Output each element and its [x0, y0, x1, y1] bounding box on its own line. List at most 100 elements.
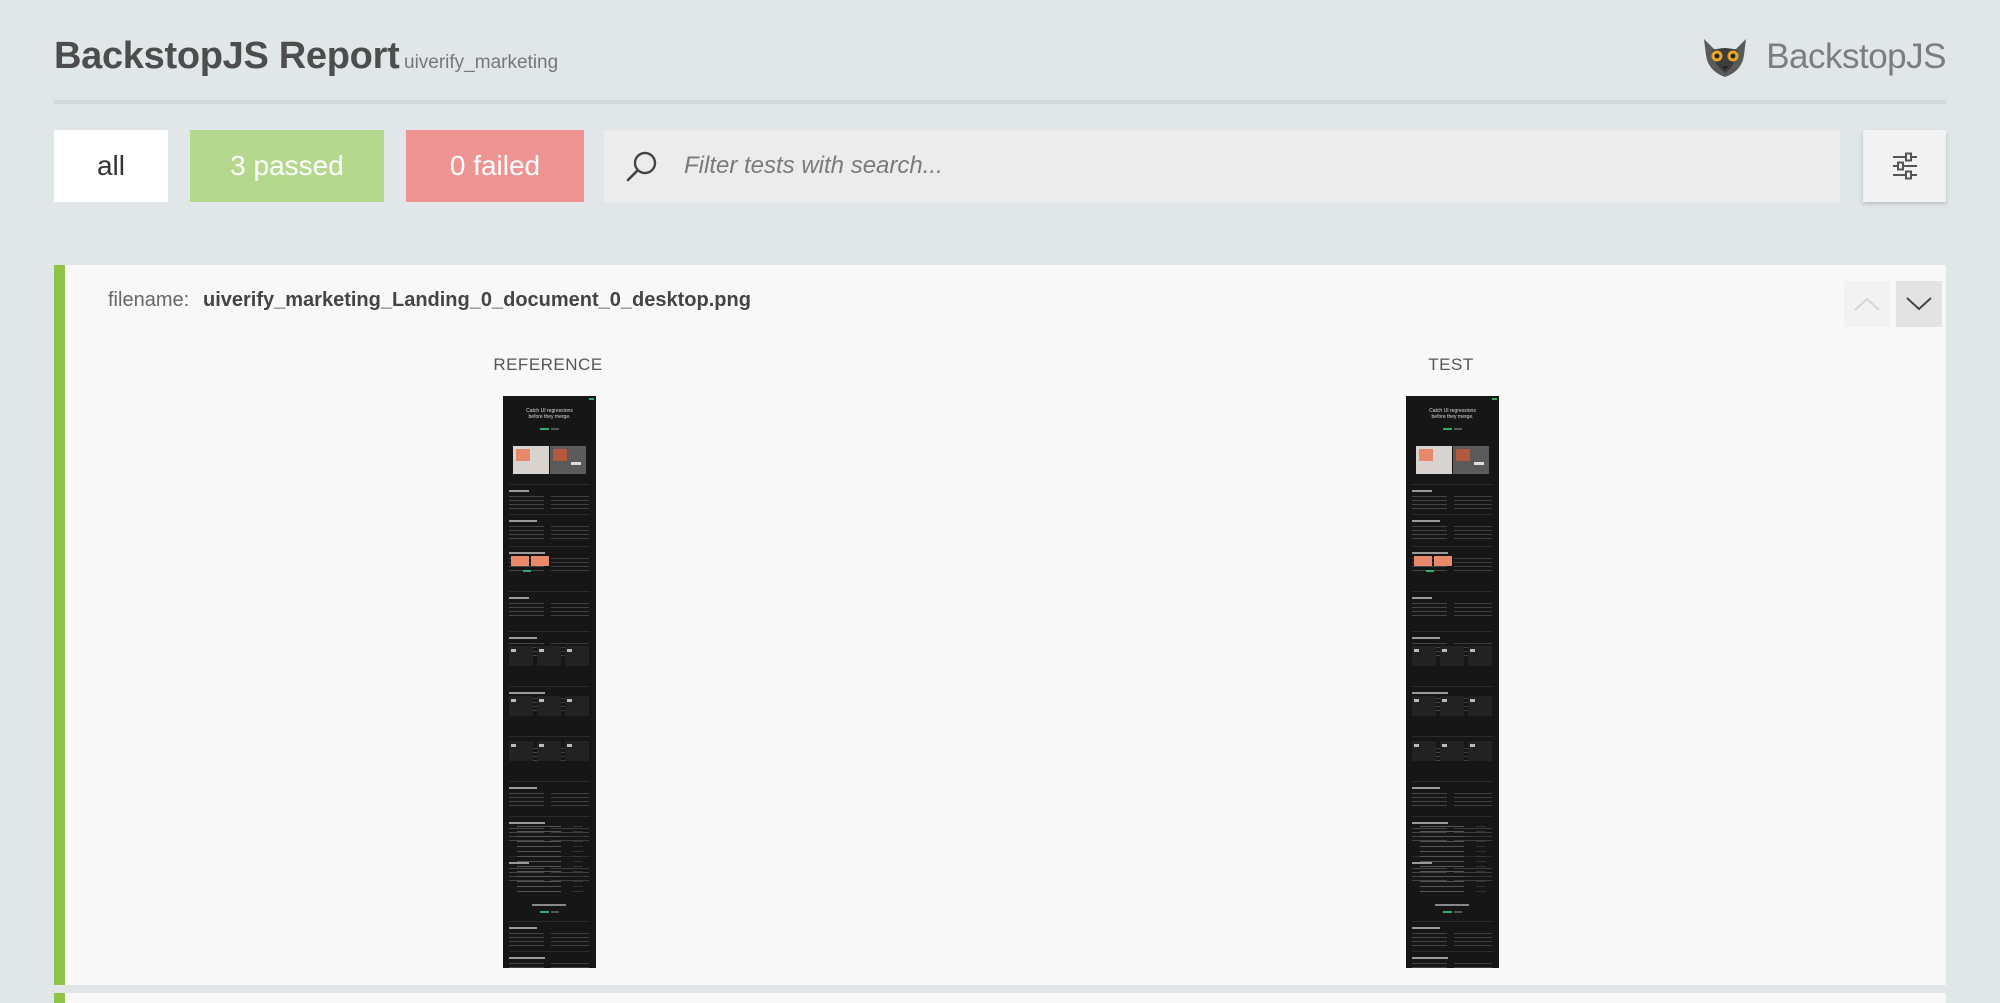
thumb-text-line — [1412, 530, 1447, 531]
thumb-text-line — [551, 562, 589, 563]
thumb-divider — [509, 591, 590, 592]
thumb-text-line — [551, 530, 589, 531]
thumb-text-line — [551, 526, 589, 527]
thumb-text-line — [1454, 562, 1492, 563]
thumb-faq-item — [1476, 881, 1486, 882]
thumb-faq-item — [1476, 846, 1486, 847]
thumb-faq-item — [573, 841, 583, 842]
test-screenshot[interactable]: Catch UI regressions before they merge. — [1406, 396, 1499, 968]
thumb-text-line — [551, 805, 589, 806]
thumb-text-line — [1454, 558, 1492, 559]
thumb-faq-item — [573, 881, 583, 882]
thumb-hero-image-accent — [553, 449, 567, 461]
filename-label: filename: — [108, 289, 190, 311]
thumb-text-line — [509, 526, 544, 527]
project-name: uiverify_marketing — [404, 52, 559, 73]
thumb-feature-icon — [1414, 744, 1419, 747]
thumb-heading — [509, 520, 537, 522]
thumb-heading — [509, 927, 537, 929]
thumb-text-line — [1412, 832, 1447, 833]
thumb-faq-item — [573, 851, 583, 852]
thumb-hero-image-accent — [516, 449, 530, 461]
thumb-faq-item — [1420, 881, 1464, 882]
thumb-text-line — [1454, 828, 1492, 829]
thumb-feature-icon — [567, 649, 572, 652]
thumb-heading — [1412, 520, 1440, 522]
thumb-text-line — [1454, 566, 1492, 567]
thumb-text-line — [1412, 805, 1447, 806]
search-input[interactable] — [684, 130, 1814, 202]
filter-passed-button[interactable]: 3 passed — [190, 130, 384, 202]
thumb-text-line — [509, 801, 544, 802]
lemur-logo-icon — [1704, 39, 1747, 77]
thumb-faq-item — [1420, 831, 1464, 832]
thumb-card — [531, 556, 549, 566]
reference-screenshot[interactable]: Catch UI regressions before they merge. — [503, 396, 596, 968]
thumb-nav-cta — [1492, 398, 1497, 400]
thumb-text-line — [551, 508, 589, 509]
thumb-text-line — [1454, 534, 1492, 535]
thumb-text-line — [551, 801, 589, 802]
thumb-text-line — [1412, 793, 1447, 794]
thumb-divider — [1412, 951, 1493, 952]
thumb-text-line — [551, 615, 589, 616]
thumb-text-line — [1454, 963, 1492, 964]
thumb-text-line — [1454, 832, 1492, 833]
thumb-faq-item — [1476, 851, 1486, 852]
test-card: filename: uiverify_marketing_Landing_0_d… — [54, 265, 1946, 985]
thumb-text-line — [509, 828, 544, 829]
thumb-text-line — [1412, 941, 1447, 942]
thumb-text-line — [509, 832, 544, 833]
thumb-feature-icon — [511, 699, 516, 702]
thumb-text-line — [1454, 805, 1492, 806]
thumb-text-line — [551, 941, 589, 942]
thumb-faq-item — [517, 891, 561, 892]
thumb-heading — [1412, 597, 1432, 599]
filename-value: uiverify_marketing_Landing_0_document_0_… — [203, 289, 751, 311]
thumb-heading — [1412, 552, 1448, 554]
search-box[interactable] — [604, 130, 1840, 202]
thumb-heading — [509, 552, 545, 554]
thumb-text-line — [1454, 570, 1492, 571]
filter-failed-button[interactable]: 0 failed — [406, 130, 584, 202]
thumb-faq-item — [573, 866, 583, 867]
thumb-text-line — [1454, 797, 1492, 798]
thumb-text-line — [1412, 526, 1447, 527]
sliders-icon — [1892, 152, 1917, 180]
thumb-heading — [509, 597, 529, 599]
thumb-text-line — [509, 941, 544, 942]
thumb-text-line — [1412, 504, 1447, 505]
thumb-text-line — [1454, 615, 1492, 616]
thumb-faq-item — [1476, 886, 1486, 887]
thumb-heading — [1412, 822, 1448, 824]
test-label: TEST — [1428, 355, 1474, 374]
thumb-cta-secondary — [1454, 911, 1462, 913]
chevron-up-icon — [1854, 297, 1880, 311]
thumb-faq-item — [517, 856, 561, 857]
thumb-faq-item — [1476, 841, 1486, 842]
settings-button[interactable] — [1863, 130, 1946, 202]
thumb-divider — [1412, 781, 1493, 782]
thumb-text-line — [551, 832, 589, 833]
filter-all-button[interactable]: all — [54, 130, 168, 202]
thumb-heading — [1412, 927, 1440, 929]
previous-test-button[interactable] — [1844, 281, 1890, 327]
thumb-feature-icon — [1414, 649, 1419, 652]
thumb-text-line — [509, 504, 544, 505]
thumb-text-line — [509, 963, 544, 964]
thumb-divider — [509, 631, 590, 632]
thumb-divider — [509, 686, 590, 687]
thumb-cta — [1443, 428, 1452, 430]
thumb-divider — [509, 921, 590, 922]
thumb-text-line — [551, 643, 589, 644]
thumb-text-line — [509, 643, 544, 644]
next-test-button[interactable] — [1896, 281, 1942, 327]
thumb-text-line — [1412, 797, 1447, 798]
brand: BackstopJS — [1698, 34, 1946, 80]
thumb-text-line — [551, 793, 589, 794]
thumb-text-line — [551, 967, 589, 968]
thumb-heading — [509, 957, 545, 959]
thumb-text-line — [509, 500, 544, 501]
chevron-down-icon — [1906, 297, 1932, 311]
thumb-heading — [1412, 490, 1432, 492]
